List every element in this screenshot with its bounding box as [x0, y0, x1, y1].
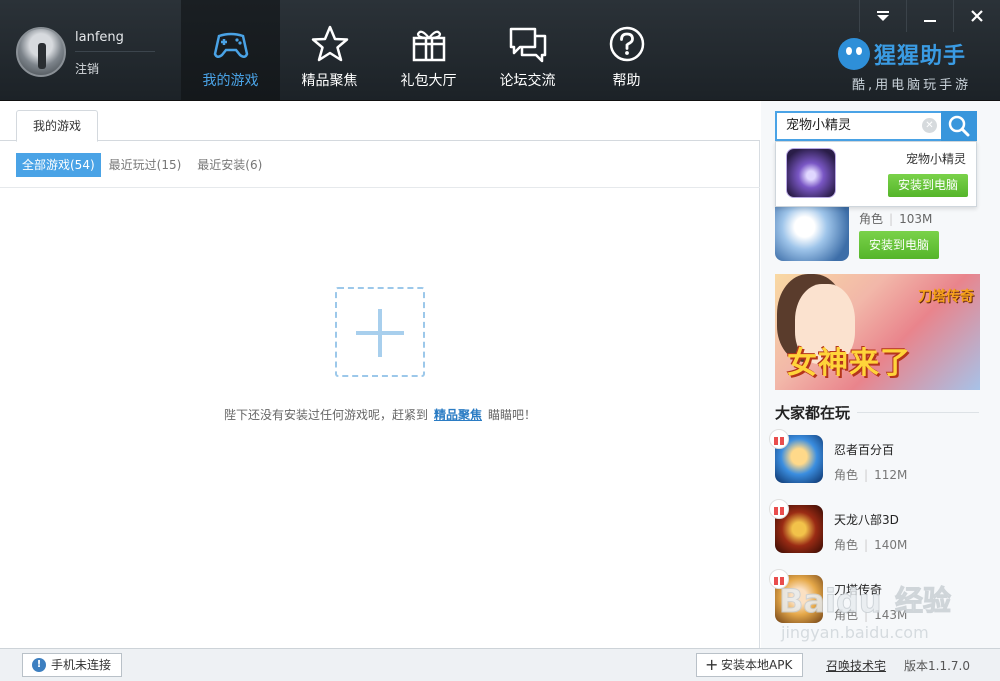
plus-icon: + [705, 655, 719, 674]
game-size: 103M [899, 212, 933, 226]
search-button[interactable] [941, 111, 977, 141]
star-icon [311, 25, 349, 62]
gift-icon [769, 499, 789, 519]
recommend-sidebar: 宠物小精灵 ✕ 宠物小精灵 安装到电脑 角色 | 103M 安装到电脑 刀塔传奇 女… [761, 101, 1000, 648]
avatar[interactable] [16, 27, 66, 77]
game-genre: 角色 [834, 468, 859, 482]
gift-icon [769, 569, 789, 589]
nav-gift-hall[interactable]: 礼包大厅 [379, 0, 478, 100]
nav-label: 礼包大厅 [400, 73, 457, 89]
meta-separator: | [889, 212, 894, 226]
add-game-button[interactable] [335, 287, 425, 377]
meta-separator: | [864, 468, 869, 482]
dropdown-button[interactable] [859, 0, 906, 32]
dropdown-icon [877, 11, 889, 21]
nav-label: 论坛交流 [499, 73, 556, 89]
game-size: 140M [874, 538, 908, 552]
install-button[interactable]: 安装到电脑 [859, 231, 939, 259]
status-bar: ! 手机未连接 + 安装本地APK 召唤技术宅 版本1.1.7.0 [0, 648, 1000, 681]
divider [857, 412, 979, 413]
gift-icon [769, 429, 789, 449]
minimize-icon [924, 20, 936, 22]
gift-icon [412, 30, 446, 62]
game-size: 112M [874, 468, 908, 482]
game-genre: 角色 [834, 538, 859, 552]
list-item[interactable]: 忍者百分百 角色 | 112M [769, 429, 985, 497]
close-button[interactable] [953, 0, 1000, 32]
brand-name: 猩猩助手 [874, 44, 967, 69]
search-input[interactable]: 宠物小精灵 [775, 111, 941, 141]
filter-recently-installed[interactable]: 最近安装(6) [189, 153, 270, 177]
nav-my-games[interactable]: 我的游戏 [181, 0, 280, 100]
featured-link[interactable]: 精品聚焦 [434, 408, 482, 422]
list-item[interactable]: 刀塔传奇 角色 | 143M [769, 569, 985, 637]
game-meta: 角色 | 103M [859, 210, 932, 227]
game-size: 143M [874, 608, 908, 622]
username: lanfeng [75, 30, 124, 45]
nav-label: 精品聚焦 [301, 73, 358, 89]
phone-status-label: 手机未连接 [51, 658, 112, 672]
nav-label: 帮助 [612, 73, 641, 89]
tech-support-link[interactable]: 召唤技术宅 [826, 657, 886, 674]
game-genre: 角色 [859, 212, 884, 226]
install-local-apk-button[interactable]: + 安装本地APK [696, 653, 804, 677]
list-item[interactable]: 天龙八部3D 角色 | 140M [769, 499, 985, 567]
main-nav: 我的游戏 精品聚焦 礼包大厅 论坛交流 帮助 [181, 0, 676, 100]
brand-slogan: 酷,用电脑玩手游 [852, 78, 972, 93]
game-filters: 全部游戏(54) 最近玩过(15) 最近安装(6) [16, 153, 270, 177]
chat-icon [509, 27, 547, 63]
game-meta: 角色 | 112M [834, 466, 907, 483]
game-icon [786, 148, 836, 198]
empty-message-suffix: 瞄瞄吧！ [488, 408, 537, 422]
title-bar: lanfeng 注销 我的游戏 精品聚焦 礼包大厅 论坛交流 帮助 猩猩助手 酷… [0, 0, 1000, 101]
banner-game-logo: 刀塔传奇 [918, 289, 974, 305]
promo-banner[interactable]: 刀塔传奇 女神来了 [775, 274, 980, 390]
help-icon [609, 26, 645, 62]
empty-message-text: 陛下还没有安装过任何游戏呢，赶紧到 [223, 408, 428, 422]
tab-my-games[interactable]: 我的游戏 [16, 110, 99, 142]
nav-help[interactable]: 帮助 [577, 0, 676, 100]
game-meta: 角色 | 143M [834, 606, 907, 623]
search-icon [948, 115, 970, 137]
game-genre: 角色 [834, 608, 859, 622]
meta-separator: | [864, 608, 869, 622]
window-controls [859, 0, 1000, 32]
install-button[interactable]: 安装到电脑 [888, 174, 968, 197]
clear-search-icon[interactable]: ✕ [922, 118, 937, 133]
banner-title: 女神来了 [787, 346, 911, 381]
tab-bar: 我的游戏 [0, 101, 760, 142]
nav-featured[interactable]: 精品聚焦 [280, 0, 379, 100]
nav-forum[interactable]: 论坛交流 [478, 0, 577, 100]
version-label: 版本1.1.7.0 [904, 659, 970, 673]
filter-recently-played[interactable]: 最近玩过(15) [101, 153, 190, 177]
phone-status-button[interactable]: ! 手机未连接 [22, 653, 123, 677]
brand: 猩猩助手 酷,用电脑玩手游 [838, 38, 988, 94]
game-name: 忍者百分百 [834, 443, 895, 457]
install-apk-label: 安装本地APK [721, 658, 793, 672]
game-meta: 角色 | 140M [834, 536, 907, 553]
section-title: 大家都在玩 [775, 404, 851, 422]
meta-separator: | [864, 538, 869, 552]
close-icon [971, 10, 983, 22]
gamepad-icon [213, 32, 249, 58]
nav-label: 我的游戏 [202, 73, 259, 89]
empty-message: 陛下还没有安装过任何游戏呢，赶紧到 精品聚焦 瞄瞄吧！ [0, 406, 760, 423]
game-name: 刀塔传奇 [834, 583, 883, 597]
user-divider [75, 51, 155, 52]
divider [0, 187, 760, 188]
info-icon: ! [32, 658, 46, 672]
suggestion-name: 宠物小精灵 [905, 152, 966, 166]
game-name: 天龙八部3D [834, 513, 899, 527]
filter-all-games[interactable]: 全部游戏(54) [16, 153, 101, 177]
logout-link[interactable]: 注销 [75, 60, 99, 77]
monkey-logo-icon [838, 38, 870, 70]
main-panel: 我的游戏 全部游戏(54) 最近玩过(15) 最近安装(6) 陛下还没有安装过任… [0, 101, 760, 648]
search-suggestion[interactable]: 宠物小精灵 安装到电脑 [775, 141, 977, 207]
minimize-button[interactable] [906, 0, 953, 32]
